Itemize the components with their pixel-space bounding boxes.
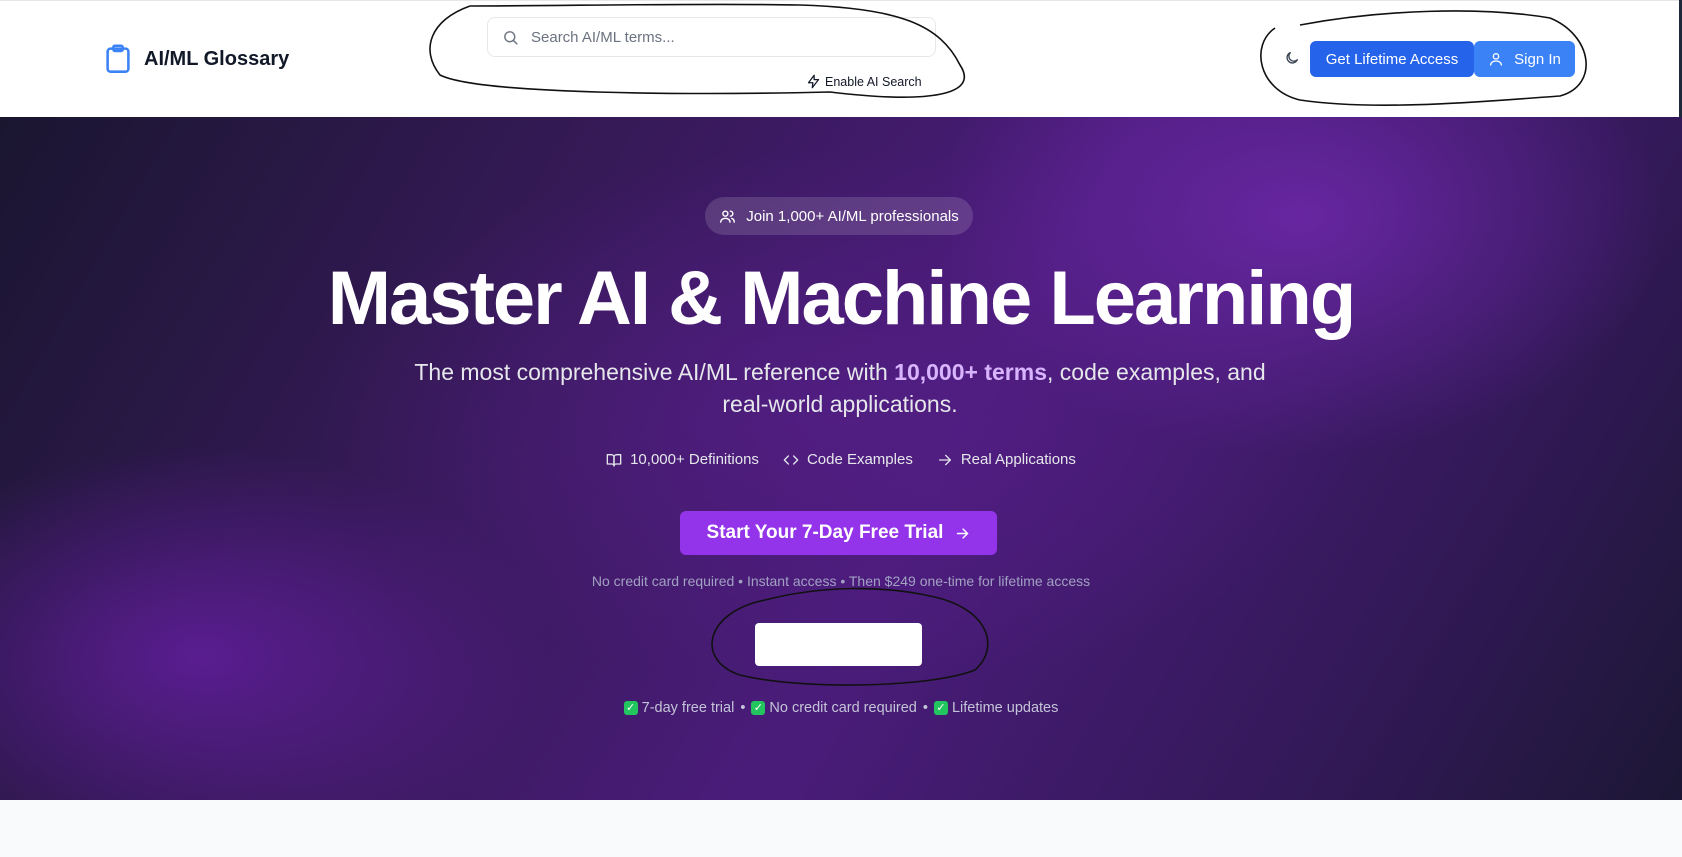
search-box[interactable] [487,17,936,57]
hero-subtitle: The most comprehensive AI/ML reference w… [390,356,1290,420]
code-icon [783,454,799,465]
feature-code-examples: Code Examples [783,451,913,468]
logo-text: AI/ML Glossary [144,47,290,70]
checkmark-icon: ✓ [623,701,638,716]
site-header: AI/ML Glossary Enable AI Search Get Life… [0,0,1682,117]
lightning-icon [807,74,820,89]
badge-text: Join 1,000+ AI/ML professionals [746,207,959,225]
arrow-right-icon [957,527,969,539]
subtitle-text-start: The most comprehensive AI/ML reference w… [414,359,895,385]
blank-white-button[interactable] [755,623,922,666]
enable-ai-search-toggle[interactable]: Enable AI Search [806,74,922,89]
moon-icon [1286,52,1298,64]
get-lifetime-access-button[interactable]: Get Lifetime Access [1310,41,1474,77]
search-input[interactable] [531,28,921,46]
check-item: ✓ Lifetime updates [933,700,1058,716]
feature-real-applications: Real Applications [937,451,1076,468]
header-top-border [0,0,1682,1]
feature-list: 10,000+ Definitions Code Examples Real A… [0,451,1682,468]
start-free-trial-button[interactable]: Start Your 7-Day Free Trial [680,511,997,555]
community-badge: Join 1,000+ AI/ML professionals [705,197,973,235]
ai-search-label: Enable AI Search [825,74,922,89]
feature-definitions: 10,000+ Definitions [606,451,759,468]
feature-label: Real Applications [960,451,1076,468]
check-item: ✓ 7-day free trial [623,700,734,716]
feature-label: 10,000+ Definitions [630,451,759,468]
hero-headline: Master AI & Machine Learning [327,256,1357,341]
sign-in-label: Sign In [1514,50,1561,68]
users-icon [720,209,736,223]
book-open-icon [606,453,622,467]
checkmark-icon: ✓ [933,701,948,716]
arrow-right-icon [938,454,951,465]
next-section [0,800,1682,857]
feature-label: Code Examples [806,451,913,468]
cta-label: Start Your 7-Day Free Trial [706,522,944,543]
theme-toggle-button[interactable] [1278,44,1306,72]
checkmark-icon: ✓ [751,701,766,716]
user-icon [1490,53,1503,66]
trust-checklist: ✓ 7-day free trial • ✓ No credit card requ… [0,700,1682,716]
separator: • [740,700,746,716]
clipboard-icon [106,44,130,73]
separator: • [922,700,928,716]
sign-in-button[interactable]: Sign In [1474,41,1575,77]
logo[interactable]: AI/ML Glossary [104,44,289,74]
search-icon [504,30,518,45]
subtitle-highlight: 10,000+ terms [894,359,1047,385]
check-item: ✓ No credit card required [751,700,917,716]
pricing-fineprint: No credit card required • Instant access… [591,573,1091,589]
